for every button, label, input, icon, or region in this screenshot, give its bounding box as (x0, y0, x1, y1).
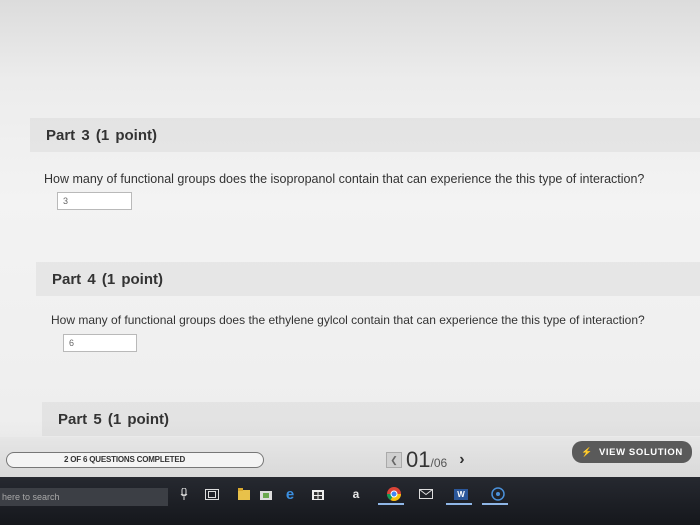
amazon-letter: a (352, 487, 360, 501)
edge-browser-icon[interactable]: e (282, 486, 298, 503)
part-3-title: Part 3 (1 point) (46, 126, 158, 144)
next-question-button[interactable]: › (459, 451, 464, 469)
view-solution-button[interactable]: ⚡ VIEW SOLUTION (572, 441, 692, 463)
chevron-right-icon: › (459, 451, 465, 468)
part-4-question: How many of functional groups does the e… (51, 313, 645, 327)
microphone-icon[interactable] (176, 486, 192, 502)
part-4-title: Part 4 (1 point) (52, 270, 164, 288)
word-letter: W (454, 488, 468, 500)
question-page: Part 3 (1 point) How many of functional … (0, 0, 700, 525)
part-3-question: How many of functional groups does the i… (44, 172, 645, 186)
view-solution-label: VIEW SOLUTION (599, 446, 683, 458)
part-5-header: Part 5 (1 point) (42, 402, 700, 436)
part-5-title: Part 5 (1 point) (58, 410, 170, 428)
total-questions: 06 (433, 456, 448, 470)
part-4-answer-input[interactable]: 6 (63, 334, 137, 352)
active-app-indicator (446, 503, 472, 505)
lightning-icon: ⚡ (581, 446, 593, 457)
current-question-number: 01 (406, 447, 431, 472)
previous-question-button[interactable]: ❮ (386, 452, 402, 468)
file-explorer-icon[interactable] (236, 486, 252, 502)
active-app-indicator (378, 503, 404, 505)
progress-label: 2 OF 6 QUESTIONS COMPLETED (64, 455, 186, 464)
active-app-indicator (482, 503, 508, 505)
media-app-icon[interactable] (490, 486, 506, 502)
mail-icon[interactable] (418, 486, 434, 502)
task-view-icon[interactable] (204, 486, 220, 502)
question-pager: ❮ 01 / 06 › (386, 447, 465, 473)
chevron-left-icon: ❮ (390, 454, 398, 465)
part-4-header: Part 4 (1 point) (36, 262, 700, 296)
amazon-app-icon[interactable]: a (348, 486, 364, 502)
part-3-header: Part 3 (1 point) (30, 118, 700, 152)
part-3-answer-input[interactable]: 3 (57, 192, 132, 210)
store-bag-icon[interactable] (258, 486, 274, 502)
word-app-icon[interactable]: W (452, 486, 470, 502)
chrome-browser-icon[interactable] (386, 486, 402, 502)
taskbar-search-input[interactable]: here to search (0, 488, 168, 506)
windows-store-icon[interactable] (310, 486, 326, 502)
